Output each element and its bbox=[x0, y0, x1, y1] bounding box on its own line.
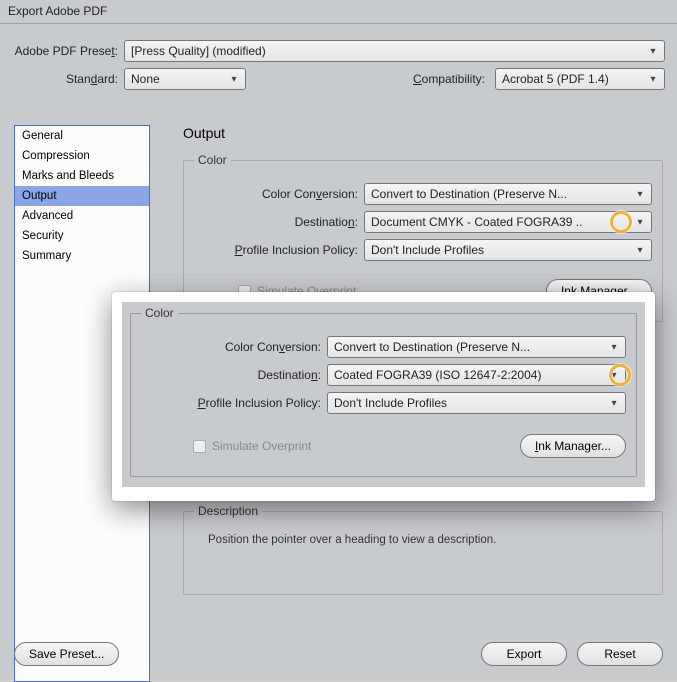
compat-label: Compatibility: bbox=[413, 72, 491, 86]
compat-value: Acrobat 5 (PDF 1.4) bbox=[502, 72, 609, 86]
pane-title: Output bbox=[183, 125, 663, 141]
policy-value: Don't Include Profiles bbox=[371, 243, 484, 257]
preset-select[interactable]: [Press Quality] (modified) ▾ bbox=[124, 40, 665, 62]
save-preset-button[interactable]: Save Preset... bbox=[14, 642, 119, 666]
sidebar-item-output[interactable]: Output bbox=[15, 186, 149, 206]
description-legend: Description bbox=[194, 504, 262, 518]
overlay-color-group: Color Color Conversion: Convert to Desti… bbox=[130, 306, 637, 477]
overlay-destination-value: Coated FOGRA39 (ISO 12647-2:2004) bbox=[334, 368, 541, 382]
destination-label: Destination: bbox=[194, 215, 364, 229]
overlay-simulate-checkbox: Simulate Overprint bbox=[193, 439, 311, 453]
sidebar-item-compression[interactable]: Compression bbox=[15, 146, 149, 166]
standard-label: Standard: bbox=[12, 72, 124, 86]
sidebar-item-summary[interactable]: Summary bbox=[15, 246, 149, 266]
chevron-down-icon: ▾ bbox=[633, 245, 647, 256]
overlay-conversion-select[interactable]: Convert to Destination (Preserve N... ▾ bbox=[327, 336, 626, 358]
description-text: Position the pointer over a heading to v… bbox=[194, 528, 652, 582]
overlay-policy-value: Don't Include Profiles bbox=[334, 396, 447, 410]
sidebar-item-security[interactable]: Security bbox=[15, 226, 149, 246]
overlay-simulate-label: Simulate Overprint bbox=[212, 439, 311, 453]
chevron-down-icon: ▾ bbox=[646, 74, 660, 85]
policy-select[interactable]: Don't Include Profiles ▾ bbox=[364, 239, 652, 261]
standard-value: None bbox=[131, 72, 160, 86]
destination-select[interactable]: Document CMYK - Coated FOGRA39 .. ▾ bbox=[364, 211, 652, 233]
dialog-footer: Save Preset... Export Reset bbox=[14, 642, 663, 666]
overlay-conversion-label: Color Conversion: bbox=[141, 340, 327, 354]
color-legend: Color bbox=[194, 153, 231, 167]
overlay-callout: Color Color Conversion: Convert to Desti… bbox=[112, 292, 655, 501]
chevron-down-icon: ▾ bbox=[607, 370, 621, 381]
preset-label: Adobe PDF Preset: bbox=[12, 44, 124, 58]
sidebar-item-advanced[interactable]: Advanced bbox=[15, 206, 149, 226]
color-conversion-label: Color Conversion: bbox=[194, 187, 364, 201]
overlay-destination-select[interactable]: Coated FOGRA39 (ISO 12647-2:2004) ▾ bbox=[327, 364, 626, 386]
standard-select[interactable]: None ▾ bbox=[124, 68, 246, 90]
chevron-down-icon: ▾ bbox=[633, 189, 647, 200]
reset-button[interactable]: Reset bbox=[577, 642, 663, 666]
chevron-down-icon: ▾ bbox=[633, 217, 647, 228]
overlay-ink-manager-button[interactable]: Ink Manager... bbox=[520, 434, 626, 458]
export-pdf-dialog: Export Adobe PDF Adobe PDF Preset: [Pres… bbox=[0, 0, 677, 678]
description-group: Description Position the pointer over a … bbox=[183, 504, 663, 595]
chevron-down-icon: ▾ bbox=[607, 342, 621, 353]
dialog-body: Adobe PDF Preset: [Press Quality] (modif… bbox=[0, 24, 677, 106]
window-title: Export Adobe PDF bbox=[0, 0, 677, 24]
checkbox-box-icon bbox=[193, 440, 206, 453]
overlay-destination-label: Destination: bbox=[141, 368, 327, 382]
sidebar-item-marks-and-bleeds[interactable]: Marks and Bleeds bbox=[15, 166, 149, 186]
overlay-policy-select[interactable]: Don't Include Profiles ▾ bbox=[327, 392, 626, 414]
color-conversion-value: Convert to Destination (Preserve N... bbox=[371, 187, 567, 201]
chevron-down-icon: ▾ bbox=[646, 46, 660, 57]
destination-value: Document CMYK - Coated FOGRA39 .. bbox=[371, 215, 582, 229]
chevron-down-icon: ▾ bbox=[227, 74, 241, 85]
color-conversion-select[interactable]: Convert to Destination (Preserve N... ▾ bbox=[364, 183, 652, 205]
overlay-policy-label: Profile Inclusion Policy: bbox=[141, 396, 327, 410]
overlay-legend: Color bbox=[141, 306, 178, 320]
overlay-conversion-value: Convert to Destination (Preserve N... bbox=[334, 340, 530, 354]
export-button[interactable]: Export bbox=[481, 642, 567, 666]
sidebar-item-general[interactable]: General bbox=[15, 126, 149, 146]
preset-value: [Press Quality] (modified) bbox=[131, 44, 266, 58]
policy-label: Profile Inclusion Policy: bbox=[194, 243, 364, 257]
chevron-down-icon: ▾ bbox=[607, 398, 621, 409]
compat-select[interactable]: Acrobat 5 (PDF 1.4) ▾ bbox=[495, 68, 665, 90]
